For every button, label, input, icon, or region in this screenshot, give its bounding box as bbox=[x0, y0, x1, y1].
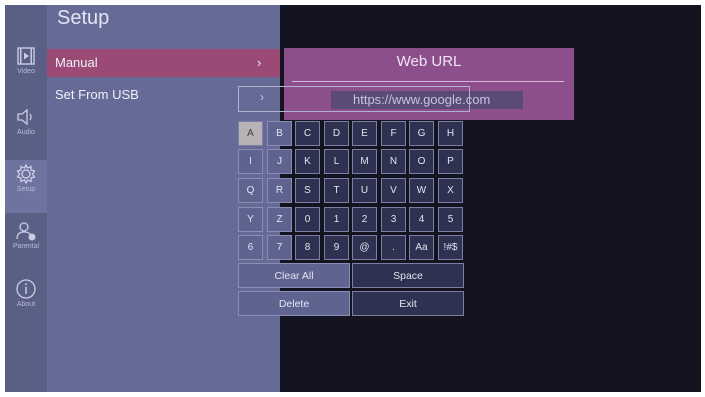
key-f[interactable]: F bbox=[381, 121, 406, 146]
key-q[interactable]: Q bbox=[238, 178, 263, 203]
key-n[interactable]: N bbox=[381, 149, 406, 174]
key-8[interactable]: 8 bbox=[295, 235, 320, 260]
key-at[interactable]: @ bbox=[352, 235, 377, 260]
chevron-right-icon: › bbox=[257, 55, 262, 70]
space-button[interactable]: Space bbox=[352, 263, 464, 288]
key-g[interactable]: G bbox=[409, 121, 434, 146]
page-title: Setup bbox=[57, 7, 110, 29]
key-z[interactable]: Z bbox=[267, 207, 292, 232]
key-v[interactable]: V bbox=[381, 178, 406, 203]
key-dot[interactable]: . bbox=[381, 235, 406, 260]
menu-item-manual[interactable]: Manual › bbox=[47, 49, 280, 77]
dialog-title: Web URL bbox=[396, 53, 462, 70]
tv-screen: Video Audio Setup Parental About Setup M… bbox=[5, 5, 701, 392]
exit-button[interactable]: Exit bbox=[352, 291, 464, 316]
key-i[interactable]: I bbox=[238, 149, 263, 174]
key-1[interactable]: 1 bbox=[324, 207, 349, 232]
key-u[interactable]: U bbox=[352, 178, 377, 203]
sidebar-item-about[interactable]: About bbox=[5, 278, 47, 308]
key-h[interactable]: H bbox=[438, 121, 463, 146]
key-o[interactable]: O bbox=[409, 149, 434, 174]
key-j[interactable]: J bbox=[267, 149, 292, 174]
delete-button[interactable]: Delete bbox=[238, 291, 350, 316]
key-t[interactable]: T bbox=[324, 178, 349, 203]
parental-icon bbox=[16, 222, 36, 241]
key-2[interactable]: 2 bbox=[352, 207, 377, 232]
sidebar-item-label: Parental bbox=[12, 243, 40, 250]
key-e[interactable]: E bbox=[352, 121, 377, 146]
sidebar-item-parental[interactable]: Parental bbox=[5, 220, 47, 250]
key-3[interactable]: 3 bbox=[381, 207, 406, 232]
sidebar-item-label: Video bbox=[17, 68, 35, 75]
divider bbox=[292, 81, 564, 82]
sidebar-item-audio[interactable]: Audio bbox=[5, 106, 47, 136]
key-x[interactable]: X bbox=[438, 178, 463, 203]
url-value: https://www.google.com bbox=[353, 92, 491, 107]
key-m[interactable]: M bbox=[352, 149, 377, 174]
chevron-right-icon: › bbox=[260, 90, 264, 104]
key-5[interactable]: 5 bbox=[438, 207, 463, 232]
info-icon bbox=[16, 279, 36, 299]
key-c[interactable]: C bbox=[295, 121, 320, 146]
audio-icon bbox=[17, 108, 32, 126]
key-0[interactable]: 0 bbox=[295, 207, 320, 232]
key-a[interactable]: A bbox=[238, 121, 263, 146]
settings-category-rail: Video Audio Setup Parental About bbox=[5, 5, 47, 392]
menu-item-label: Set From USB bbox=[55, 87, 139, 102]
sidebar-item-label: Setup bbox=[16, 186, 36, 193]
key-s[interactable]: S bbox=[295, 178, 320, 203]
key-w[interactable]: W bbox=[409, 178, 434, 203]
menu-item-label: Manual bbox=[55, 55, 98, 70]
key-k[interactable]: K bbox=[295, 149, 320, 174]
key-d[interactable]: D bbox=[324, 121, 349, 146]
key-b[interactable]: B bbox=[267, 121, 292, 146]
sidebar-item-video[interactable]: Video bbox=[5, 45, 47, 75]
key-r[interactable]: R bbox=[267, 178, 292, 203]
key-symbols[interactable]: !#$ bbox=[438, 235, 463, 260]
sidebar-item-label: Audio bbox=[17, 129, 35, 136]
sidebar-item-setup[interactable]: Setup bbox=[5, 160, 47, 213]
sidebar-item-label: About bbox=[16, 301, 36, 308]
key-p[interactable]: P bbox=[438, 149, 463, 174]
key-4[interactable]: 4 bbox=[409, 207, 434, 232]
key-l[interactable]: L bbox=[324, 149, 349, 174]
key-9[interactable]: 9 bbox=[324, 235, 349, 260]
key-case-toggle[interactable]: Aa bbox=[409, 235, 434, 260]
key-6[interactable]: 6 bbox=[238, 235, 263, 260]
gear-icon bbox=[16, 163, 36, 185]
key-7[interactable]: 7 bbox=[267, 235, 292, 260]
key-y[interactable]: Y bbox=[238, 207, 263, 232]
video-icon bbox=[17, 47, 35, 65]
clear-all-button[interactable]: Clear All bbox=[238, 263, 350, 288]
